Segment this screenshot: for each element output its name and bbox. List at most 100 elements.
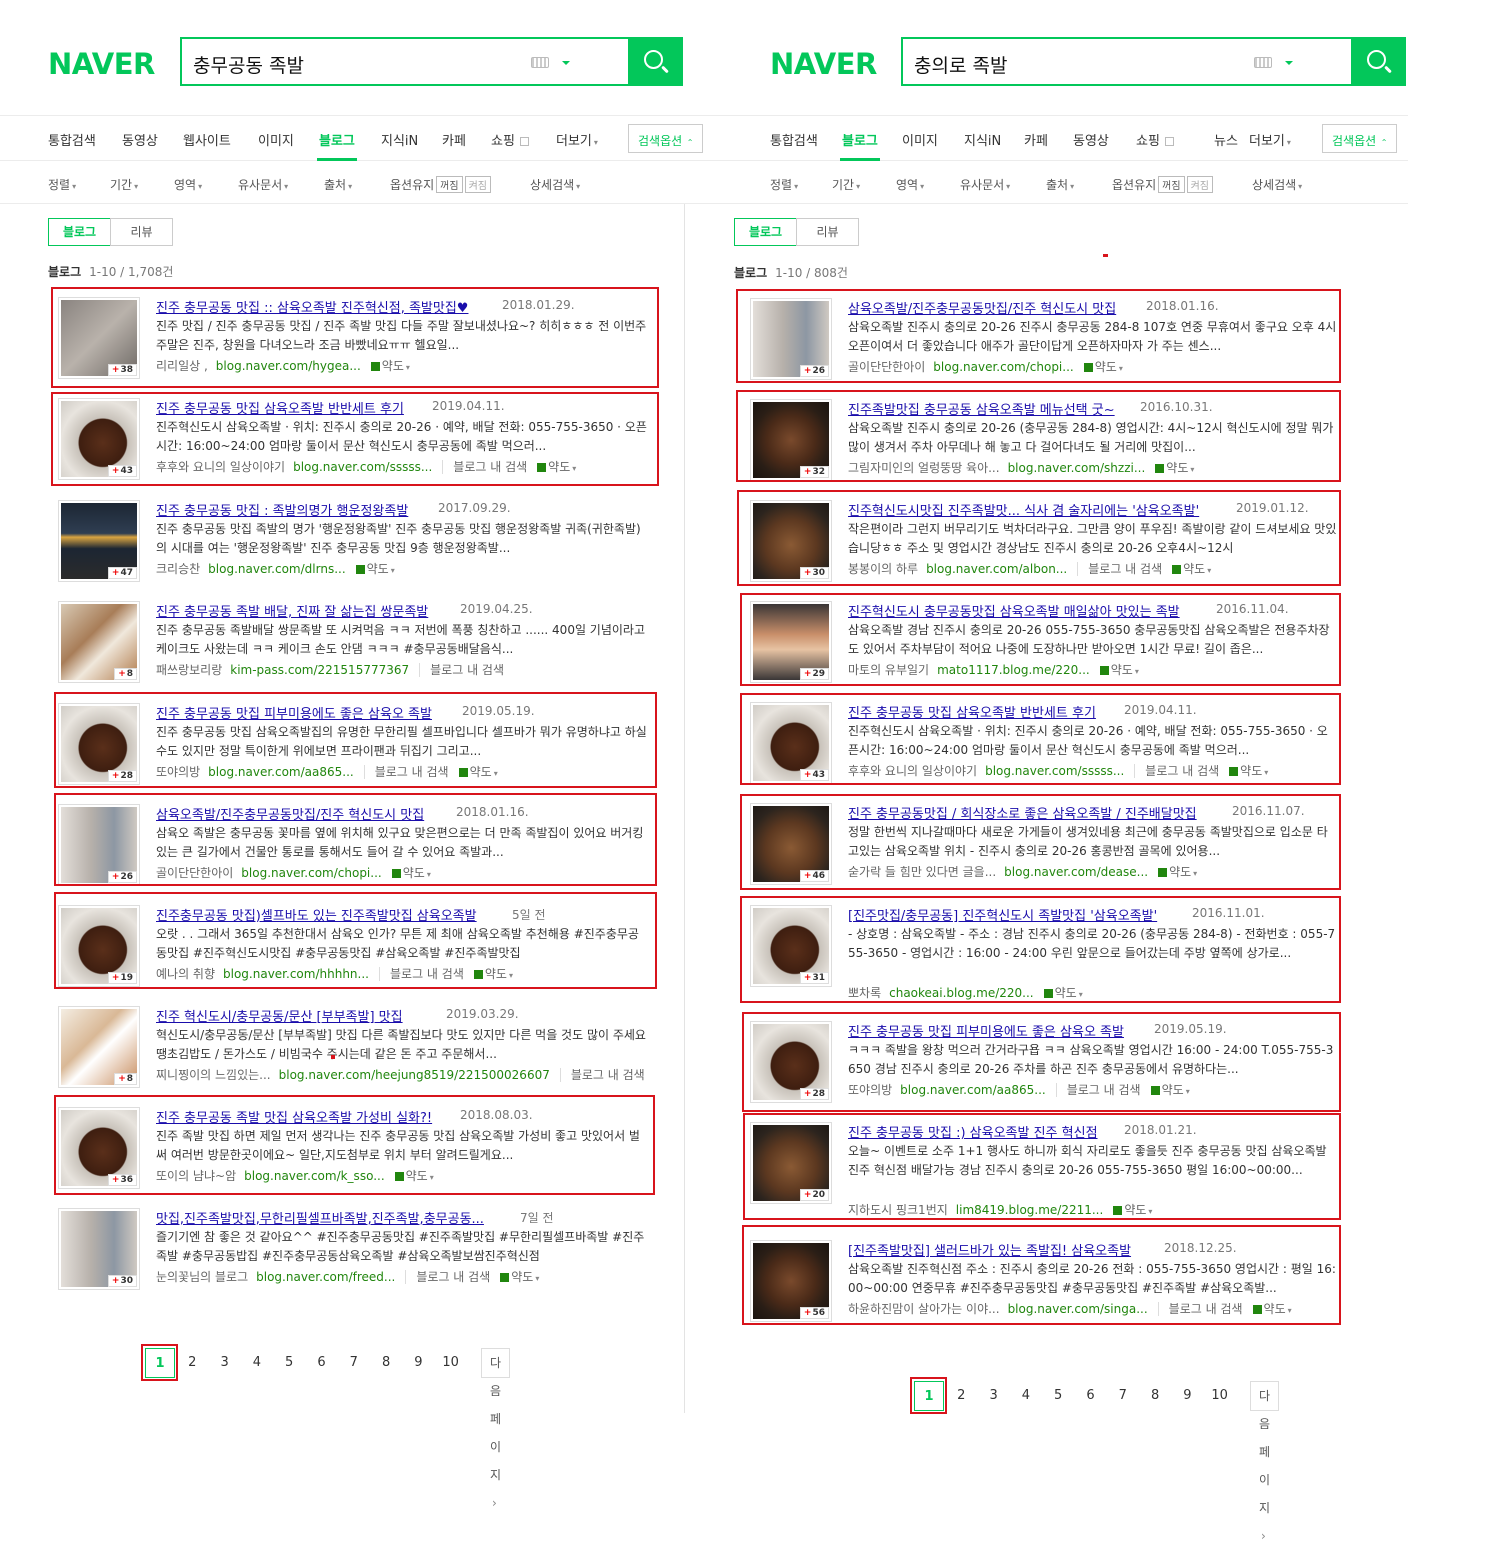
result-author[interactable]: 찌니찡이의 느낌있는...: [156, 1068, 271, 1082]
keyboard-icon[interactable]: [1254, 57, 1272, 68]
active-tab-underline: [840, 158, 880, 161]
right-search-box[interactable]: 충의로 족발: [901, 37, 1353, 86]
page-number-7[interactable]: 7: [1108, 1381, 1138, 1411]
right-tab-6[interactable]: 쇼핑: [1136, 130, 1174, 149]
right-filter-keep: 옵션유지 꺼짐 켜짐: [1112, 176, 1213, 193]
left-filter-area[interactable]: 영역 ▾: [174, 176, 202, 193]
right-tab-2[interactable]: 이미지: [902, 130, 938, 149]
left-subtab-1[interactable]: 리뷰: [110, 218, 173, 246]
left-filter-similar[interactable]: 유사문서 ▾: [238, 176, 288, 193]
left-filter-sort[interactable]: 정렬 ▾: [48, 176, 76, 193]
left-subtab-0[interactable]: 블로그: [48, 218, 111, 246]
right-naver-logo[interactable]: NAVER: [770, 47, 877, 81]
right-search-option-button[interactable]: 검색옵션 ⌃: [1322, 124, 1398, 153]
result-title-link[interactable]: 맛집,진주족발맛집,무한리필셀프바족발,진주족발,충무공동...: [156, 1208, 484, 1227]
page-number-5[interactable]: 5: [274, 1348, 304, 1378]
right-keep-off-toggle[interactable]: 꺼짐: [1158, 176, 1185, 193]
page-number-2[interactable]: 2: [946, 1381, 976, 1411]
page-number-5[interactable]: 5: [1043, 1381, 1073, 1411]
left-search-box[interactable]: 충무공동 족발: [180, 37, 630, 86]
caret-down-icon: ▾: [856, 182, 861, 191]
result-author[interactable]: 눈의꽃님의 블로그: [156, 1270, 248, 1284]
left-tab-0[interactable]: 통합검색: [48, 130, 96, 149]
result-url[interactable]: blog.naver.com/dlrns...: [208, 562, 345, 576]
page-number-9[interactable]: 9: [1172, 1381, 1202, 1411]
right-tab-1[interactable]: 블로그: [842, 130, 878, 149]
caret-down-icon[interactable]: [562, 61, 570, 65]
caret-down-icon: ▾: [284, 182, 289, 191]
result-thumbnail[interactable]: +30: [58, 1208, 140, 1290]
left-tab-3[interactable]: 이미지: [258, 130, 294, 149]
left-tab-6[interactable]: 카페: [442, 130, 466, 149]
page-number-10[interactable]: 10: [1205, 1381, 1235, 1411]
page-number-3[interactable]: 3: [979, 1381, 1009, 1411]
right-tab-4[interactable]: 카페: [1024, 130, 1048, 149]
left-tab-4[interactable]: 블로그: [319, 130, 355, 149]
right-filter-sort[interactable]: 정렬 ▾: [770, 176, 798, 193]
page-number-3[interactable]: 3: [210, 1348, 240, 1378]
right-keep-on-toggle[interactable]: 켜짐: [1186, 176, 1213, 193]
page-number-8[interactable]: 8: [371, 1348, 401, 1378]
right-tab-8[interactable]: 더보기 ▾: [1249, 130, 1291, 149]
right-filter-detail[interactable]: 상세검색 ▾: [1252, 176, 1302, 193]
right-filter-similar[interactable]: 유사문서 ▾: [960, 176, 1010, 193]
result-title-link[interactable]: 진주 충무공동 맛집 : 족발의명가 행운정왕족발: [156, 500, 408, 519]
left-search-button[interactable]: [630, 37, 683, 86]
left-next-page-button[interactable]: 다음페이지 ›: [481, 1348, 511, 1510]
tab-label: 지식iN: [964, 134, 1002, 149]
right-subtab-0[interactable]: 블로그: [734, 218, 797, 246]
result-thumbnail[interactable]: +8: [58, 1006, 140, 1088]
left-tab-5[interactable]: 지식iN: [381, 130, 418, 149]
map-link[interactable]: 약도 ▾: [355, 562, 395, 576]
page-number-6[interactable]: 6: [1076, 1381, 1106, 1411]
left-keep-off-toggle[interactable]: 꺼짐: [436, 176, 463, 193]
result-url[interactable]: kim-pass.com/221515777367: [230, 663, 409, 677]
page-number-4[interactable]: 4: [242, 1348, 272, 1378]
right-tab-0[interactable]: 통합검색: [770, 130, 818, 149]
result-url[interactable]: blog.naver.com/heejung8519/221500026607: [279, 1068, 550, 1082]
blog-search-link[interactable]: 블로그 내 검색: [419, 663, 505, 677]
result-url[interactable]: blog.naver.com/freed...: [256, 1270, 395, 1284]
highlight-box: [736, 289, 1341, 383]
right-filter-period[interactable]: 기간 ▾: [832, 176, 860, 193]
result-title-link[interactable]: 진주 충무공동 족발 배달, 진짜 잘 삶는집 쌍문족발: [156, 601, 428, 620]
page-number-10[interactable]: 10: [436, 1348, 466, 1378]
result-title-link[interactable]: 진주 혁신도시/충무공동/문산 [부부족발] 맛집: [156, 1006, 403, 1025]
page-number-8[interactable]: 8: [1140, 1381, 1170, 1411]
caret-down-icon[interactable]: [1285, 61, 1293, 65]
right-search-button[interactable]: [1353, 37, 1406, 86]
result-author[interactable]: 패쓰랑보리랑: [156, 663, 222, 677]
blog-search-link[interactable]: 블로그 내 검색: [405, 1270, 491, 1284]
right-subtab-1[interactable]: 리뷰: [796, 218, 859, 246]
left-tab-8[interactable]: 더보기 ▾: [556, 130, 598, 149]
left-tab-2[interactable]: 웹사이트: [183, 130, 231, 149]
left-naver-logo[interactable]: NAVER: [48, 47, 155, 81]
left-keep-on-toggle[interactable]: 켜짐: [464, 176, 491, 193]
page-number-4[interactable]: 4: [1011, 1381, 1041, 1411]
right-filter-area[interactable]: 영역 ▾: [896, 176, 924, 193]
right-tab-5[interactable]: 동영상: [1073, 130, 1109, 149]
blog-search-link[interactable]: 블로그 내 검색: [559, 1068, 645, 1082]
keyboard-icon[interactable]: [531, 57, 549, 68]
result-author[interactable]: 크리승찬: [156, 562, 200, 576]
right-filter-source[interactable]: 출처 ▾: [1046, 176, 1074, 193]
left-search-input[interactable]: 충무공동 족발: [193, 51, 304, 78]
result-thumbnail[interactable]: +8: [58, 601, 140, 683]
map-link[interactable]: 약도 ▾: [500, 1270, 539, 1284]
page-number-7[interactable]: 7: [339, 1348, 369, 1378]
left-filter-period[interactable]: 기간 ▾: [110, 176, 138, 193]
right-search-input[interactable]: 충의로 족발: [914, 51, 1007, 78]
left-filter-detail[interactable]: 상세검색 ▾: [530, 176, 580, 193]
left-tab-7[interactable]: 쇼핑: [491, 130, 529, 149]
left-filter-source[interactable]: 출처 ▾: [324, 176, 352, 193]
right-tab-7[interactable]: 뉴스: [1214, 130, 1238, 149]
tab-label: 더보기: [1249, 134, 1285, 149]
result-thumbnail[interactable]: +47: [58, 500, 140, 582]
page-number-9[interactable]: 9: [403, 1348, 433, 1378]
page-number-2[interactable]: 2: [177, 1348, 207, 1378]
right-next-page-button[interactable]: 다음페이지 ›: [1250, 1381, 1280, 1543]
left-tab-1[interactable]: 동영상: [122, 130, 158, 149]
right-tab-3[interactable]: 지식iN: [964, 130, 1001, 149]
page-number-6[interactable]: 6: [307, 1348, 337, 1378]
tab-label: 쇼핑: [1136, 134, 1160, 149]
